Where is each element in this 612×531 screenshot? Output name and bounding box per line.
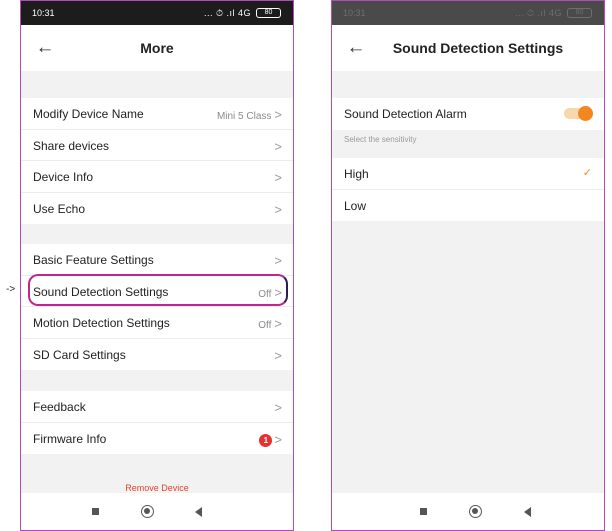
- row-value: Mini 5 Class: [216, 111, 272, 122]
- battery-icon: 80: [567, 8, 592, 18]
- section-label: Select the sensitivity: [344, 135, 417, 144]
- option-high[interactable]: High ✓: [332, 158, 604, 190]
- row-value: Off: [258, 320, 272, 332]
- row-label: Motion Detection Settings: [33, 316, 170, 331]
- option-label: Low: [344, 198, 367, 213]
- row-label: Feedback: [33, 400, 86, 414]
- square-icon[interactable]: [92, 508, 99, 515]
- status-time: 10:31: [343, 8, 366, 18]
- battery-icon: 80: [256, 8, 281, 18]
- row-device-info[interactable]: Device Info >: [21, 161, 293, 193]
- header: ← Sound Detection Settings: [332, 25, 604, 71]
- check-icon: ✓: [582, 167, 592, 179]
- highlight-box: [28, 274, 288, 306]
- phone-screen-more: 10:31 ... ⏱ .ıl 4G 80 ← More Modify Devi…: [20, 0, 294, 531]
- alarm-group: Sound Detection Alarm: [332, 98, 604, 130]
- sensitivity-options: High ✓ Low: [332, 158, 604, 222]
- row-modify-device-name[interactable]: Modify Device Name Mini 5 Class >: [21, 98, 293, 130]
- row-label: Share devices: [33, 138, 110, 153]
- chevron-right-icon: >: [274, 138, 282, 154]
- chevron-right-icon: >: [274, 316, 282, 332]
- row-feedback[interactable]: Feedback >: [21, 391, 293, 423]
- settings-group-support: Feedback > Firmware Info 1 >: [21, 391, 293, 455]
- settings-group-features: Basic Feature Settings > Sound Detection…: [21, 244, 293, 371]
- page-title: Sound Detection Settings: [392, 40, 564, 56]
- android-nav-bar: [332, 493, 604, 530]
- circle-icon[interactable]: [141, 505, 154, 518]
- settings-group-device: Modify Device Name Mini 5 Class > Share d…: [21, 98, 293, 225]
- status-icons: ... ⏱ .ıl 4G: [514, 8, 562, 18]
- row-label: Firmware Info: [33, 431, 107, 446]
- row-label: Use Echo: [33, 201, 86, 216]
- square-icon[interactable]: [420, 508, 427, 515]
- toggle-knob: [578, 106, 593, 121]
- row-firmware-info[interactable]: Firmware Info 1 >: [21, 423, 293, 455]
- triangle-back-icon[interactable]: [195, 507, 202, 517]
- row-basic-feature-settings[interactable]: Basic Feature Settings >: [21, 244, 293, 276]
- triangle-back-icon[interactable]: [524, 507, 531, 517]
- chevron-right-icon: >: [274, 431, 282, 447]
- status-bar: 10:31 ... ⏱ .ıl 4G 80: [332, 1, 604, 25]
- row-label: Sound Detection Alarm: [344, 107, 467, 121]
- row-label: SD Card Settings: [33, 347, 126, 362]
- update-badge: 1: [259, 433, 273, 447]
- row-label: Basic Feature Settings: [33, 253, 154, 267]
- chevron-right-icon: >: [274, 400, 282, 415]
- android-nav-bar: [21, 493, 293, 530]
- chevron-right-icon: >: [274, 253, 282, 268]
- chevron-right-icon: >: [274, 170, 282, 186]
- row-label: Modify Device Name: [33, 107, 144, 121]
- circle-icon[interactable]: [469, 505, 482, 518]
- status-bar: 10:31 ... ⏱ .ıl 4G 80: [21, 1, 293, 25]
- phone-screen-sound-detection: 10:31 ... ⏱ .ıl 4G 80 ← Sound Detection …: [331, 0, 605, 531]
- row-share-devices[interactable]: Share devices >: [21, 130, 293, 162]
- pointer-arrow: ->: [6, 284, 16, 295]
- row-label: Device Info: [33, 170, 94, 185]
- row-sound-detection-alarm: Sound Detection Alarm: [332, 98, 604, 130]
- option-label: High: [344, 167, 369, 181]
- row-use-echo[interactable]: Use Echo >: [21, 193, 293, 225]
- status-icons: ... ⏱ .ıl 4G: [203, 8, 251, 18]
- status-time: 10:31: [32, 8, 55, 18]
- chevron-right-icon: >: [274, 347, 282, 363]
- row-sd-card-settings[interactable]: SD Card Settings >: [21, 339, 293, 371]
- header: ← More: [21, 25, 293, 71]
- chevron-right-icon: >: [274, 107, 282, 122]
- alarm-toggle[interactable]: [564, 106, 593, 121]
- option-low[interactable]: Low: [332, 190, 604, 222]
- row-motion-detection-settings[interactable]: Motion Detection Settings Off >: [21, 307, 293, 339]
- page-title: More: [140, 40, 174, 56]
- chevron-right-icon: >: [274, 201, 282, 217]
